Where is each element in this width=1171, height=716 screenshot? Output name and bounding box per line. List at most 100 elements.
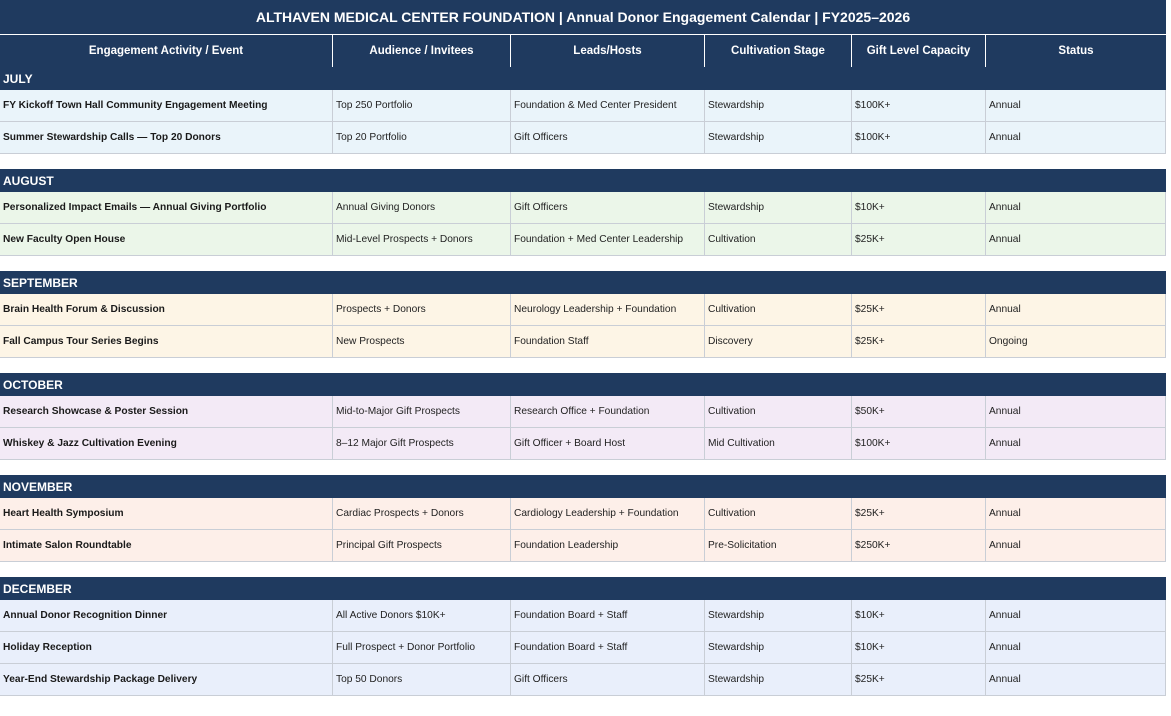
cell-stage[interactable]: Cultivation	[705, 498, 852, 529]
cell-leads[interactable]: Gift Officers	[511, 192, 705, 223]
table-row: Heart Health Symposium Cardiac Prospects …	[0, 498, 1166, 530]
cell-status[interactable]: Annual	[986, 192, 1166, 223]
cell-gift-level[interactable]: $25K+	[852, 224, 986, 255]
column-header-status[interactable]: Status	[986, 35, 1166, 67]
cell-stage[interactable]: Pre-Solicitation	[705, 530, 852, 561]
cell-audience[interactable]: Annual Giving Donors	[333, 192, 511, 223]
cell-audience[interactable]: Full Prospect + Donor Portfolio	[333, 632, 511, 663]
cell-gift-level[interactable]: $25K+	[852, 664, 986, 695]
cell-status[interactable]: Annual	[986, 122, 1166, 153]
cell-stage[interactable]: Discovery	[705, 326, 852, 357]
cell-audience[interactable]: Prospects + Donors	[333, 294, 511, 325]
cell-activity[interactable]: Whiskey & Jazz Cultivation Evening	[0, 428, 333, 459]
cell-gift-level[interactable]: $250K+	[852, 530, 986, 561]
cell-gift-level[interactable]: $100K+	[852, 122, 986, 153]
cell-status[interactable]: Annual	[986, 664, 1166, 695]
table-row: Annual Donor Recognition Dinner All Activ…	[0, 600, 1166, 632]
cell-gift-level[interactable]: $10K+	[852, 192, 986, 223]
cell-stage[interactable]: Stewardship	[705, 600, 852, 631]
cell-audience[interactable]: Top 20 Portfolio	[333, 122, 511, 153]
cell-status[interactable]: Annual	[986, 294, 1166, 325]
section-gap	[0, 460, 1166, 475]
cell-leads[interactable]: Foundation Board + Staff	[511, 632, 705, 663]
cell-stage[interactable]: Stewardship	[705, 632, 852, 663]
cell-activity[interactable]: Holiday Reception	[0, 632, 333, 663]
spreadsheet: ALTHAVEN MEDICAL CENTER FOUNDATION | Ann…	[0, 0, 1166, 696]
cell-stage[interactable]: Stewardship	[705, 664, 852, 695]
cell-audience[interactable]: All Active Donors $10K+	[333, 600, 511, 631]
cell-activity[interactable]: Fall Campus Tour Series Begins	[0, 326, 333, 357]
cell-leads[interactable]: Foundation Board + Staff	[511, 600, 705, 631]
cell-audience[interactable]: Top 50 Donors	[333, 664, 511, 695]
cell-leads[interactable]: Gift Officers	[511, 664, 705, 695]
cell-status[interactable]: Annual	[986, 498, 1166, 529]
cell-leads[interactable]: Foundation Staff	[511, 326, 705, 357]
month-header-december[interactable]: DECEMBER	[0, 577, 1166, 600]
cell-gift-level[interactable]: $25K+	[852, 294, 986, 325]
cell-audience[interactable]: Cardiac Prospects + Donors	[333, 498, 511, 529]
cell-leads[interactable]: Cardiology Leadership + Foundation	[511, 498, 705, 529]
cell-leads[interactable]: Foundation & Med Center President	[511, 90, 705, 121]
column-header-activity[interactable]: Engagement Activity / Event	[0, 35, 333, 67]
cell-gift-level[interactable]: $25K+	[852, 326, 986, 357]
month-header-november[interactable]: NOVEMBER	[0, 475, 1166, 498]
cell-leads[interactable]: Gift Officer + Board Host	[511, 428, 705, 459]
cell-activity[interactable]: Brain Health Forum & Discussion	[0, 294, 333, 325]
column-header-stage[interactable]: Cultivation Stage	[705, 35, 852, 67]
cell-gift-level[interactable]: $100K+	[852, 428, 986, 459]
cell-gift-level[interactable]: $10K+	[852, 600, 986, 631]
cell-gift-level[interactable]: $25K+	[852, 498, 986, 529]
column-header-gift-level[interactable]: Gift Level Capacity	[852, 35, 986, 67]
cell-status[interactable]: Annual	[986, 428, 1166, 459]
column-header-leads[interactable]: Leads/Hosts	[511, 35, 705, 67]
cell-activity[interactable]: Intimate Salon Roundtable	[0, 530, 333, 561]
month-header-september[interactable]: SEPTEMBER	[0, 271, 1166, 294]
cell-stage[interactable]: Stewardship	[705, 122, 852, 153]
cell-leads[interactable]: Foundation Leadership	[511, 530, 705, 561]
cell-stage[interactable]: Cultivation	[705, 396, 852, 427]
table-row: Brain Health Forum & Discussion Prospects…	[0, 294, 1166, 326]
cell-activity[interactable]: FY Kickoff Town Hall Community Engagemen…	[0, 90, 333, 121]
cell-gift-level[interactable]: $50K+	[852, 396, 986, 427]
month-header-august[interactable]: AUGUST	[0, 169, 1166, 192]
cell-status[interactable]: Annual	[986, 632, 1166, 663]
cell-audience[interactable]: Principal Gift Prospects	[333, 530, 511, 561]
cell-gift-level[interactable]: $100K+	[852, 90, 986, 121]
cell-activity[interactable]: New Faculty Open House	[0, 224, 333, 255]
cell-status[interactable]: Ongoing	[986, 326, 1166, 357]
cell-stage[interactable]: Mid Cultivation	[705, 428, 852, 459]
cell-activity[interactable]: Year-End Stewardship Package Delivery	[0, 664, 333, 695]
cell-stage[interactable]: Stewardship	[705, 90, 852, 121]
column-header-audience[interactable]: Audience / Invitees	[333, 35, 511, 67]
table-row: Holiday Reception Full Prospect + Donor P…	[0, 632, 1166, 664]
table-row: Summer Stewardship Calls — Top 20 Donors…	[0, 122, 1166, 154]
cell-stage[interactable]: Cultivation	[705, 224, 852, 255]
cell-leads[interactable]: Foundation + Med Center Leadership	[511, 224, 705, 255]
cell-audience[interactable]: Mid-Level Prospects + Donors	[333, 224, 511, 255]
cell-leads[interactable]: Research Office + Foundation	[511, 396, 705, 427]
month-header-october[interactable]: OCTOBER	[0, 373, 1166, 396]
table-row: Year-End Stewardship Package Delivery Top…	[0, 664, 1166, 696]
section-gap	[0, 562, 1166, 577]
cell-leads[interactable]: Gift Officers	[511, 122, 705, 153]
cell-gift-level[interactable]: $10K+	[852, 632, 986, 663]
cell-status[interactable]: Annual	[986, 224, 1166, 255]
cell-status[interactable]: Annual	[986, 90, 1166, 121]
cell-activity[interactable]: Heart Health Symposium	[0, 498, 333, 529]
cell-audience[interactable]: 8–12 Major Gift Prospects	[333, 428, 511, 459]
cell-leads[interactable]: Neurology Leadership + Foundation	[511, 294, 705, 325]
cell-activity[interactable]: Research Showcase & Poster Session	[0, 396, 333, 427]
cell-audience[interactable]: New Prospects	[333, 326, 511, 357]
cell-audience[interactable]: Mid-to-Major Gift Prospects	[333, 396, 511, 427]
cell-stage[interactable]: Cultivation	[705, 294, 852, 325]
cell-status[interactable]: Annual	[986, 600, 1166, 631]
cell-stage[interactable]: Stewardship	[705, 192, 852, 223]
cell-activity[interactable]: Personalized Impact Emails — Annual Givi…	[0, 192, 333, 223]
cell-status[interactable]: Annual	[986, 396, 1166, 427]
sheet-title[interactable]: ALTHAVEN MEDICAL CENTER FOUNDATION | Ann…	[0, 0, 1166, 34]
month-header-july[interactable]: JULY	[0, 67, 1166, 90]
cell-activity[interactable]: Summer Stewardship Calls — Top 20 Donors	[0, 122, 333, 153]
cell-activity[interactable]: Annual Donor Recognition Dinner	[0, 600, 333, 631]
cell-audience[interactable]: Top 250 Portfolio	[333, 90, 511, 121]
cell-status[interactable]: Annual	[986, 530, 1166, 561]
